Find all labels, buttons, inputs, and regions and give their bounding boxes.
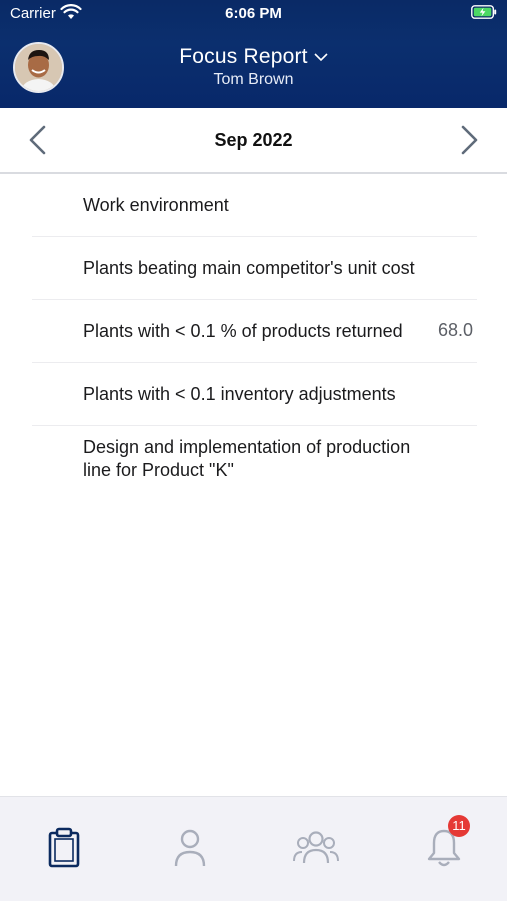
tab-notifications[interactable]: 11 bbox=[419, 815, 470, 877]
list-item[interactable]: Plants with < 0.1 inventory adjustments bbox=[32, 363, 477, 426]
chevron-down-icon bbox=[314, 53, 328, 62]
person-icon bbox=[174, 829, 206, 867]
list-item-label: Plants with < 0.1 inventory adjustments bbox=[83, 384, 396, 404]
list-item-label: Plants beating main competitor's unit co… bbox=[83, 258, 415, 278]
report-selector[interactable]: Focus Report Tom Brown bbox=[0, 45, 507, 89]
tab-team[interactable] bbox=[291, 827, 341, 877]
list-item-label: Design and implementation of production … bbox=[83, 437, 411, 480]
list-item-value: 68.0 bbox=[437, 320, 473, 340]
notification-badge: 11 bbox=[448, 815, 470, 837]
list-item-label: Work environment bbox=[83, 195, 229, 215]
status-time: 6:06 PM bbox=[225, 5, 282, 22]
list-item[interactable]: Plants beating main competitor's unit co… bbox=[32, 237, 477, 300]
period-navigator: Sep 2022 bbox=[0, 108, 507, 174]
clipboard-icon bbox=[48, 827, 80, 868]
app-header: Carrier 6:06 PM Focus Report Tom Brown bbox=[0, 0, 507, 108]
battery-charging-icon bbox=[471, 5, 497, 19]
list-item[interactable]: Design and implementation of production … bbox=[32, 426, 477, 506]
group-icon bbox=[293, 831, 339, 864]
status-bar: Carrier 6:06 PM bbox=[0, 0, 507, 28]
focus-item-list: Work environment Plants beating main com… bbox=[0, 174, 507, 506]
list-item[interactable]: Plants with < 0.1 % of products returned… bbox=[32, 300, 477, 363]
next-period-button[interactable] bbox=[457, 125, 481, 155]
tab-bar: 11 bbox=[0, 796, 507, 901]
period-label: Sep 2022 bbox=[214, 130, 293, 150]
tab-report[interactable] bbox=[39, 827, 89, 877]
list-item[interactable]: Work environment bbox=[32, 174, 477, 237]
list-item-label: Plants with < 0.1 % of products returned bbox=[83, 321, 403, 341]
tab-profile[interactable] bbox=[165, 827, 215, 877]
page-title: Focus Report bbox=[179, 45, 308, 68]
page-subtitle: Tom Brown bbox=[213, 71, 294, 88]
